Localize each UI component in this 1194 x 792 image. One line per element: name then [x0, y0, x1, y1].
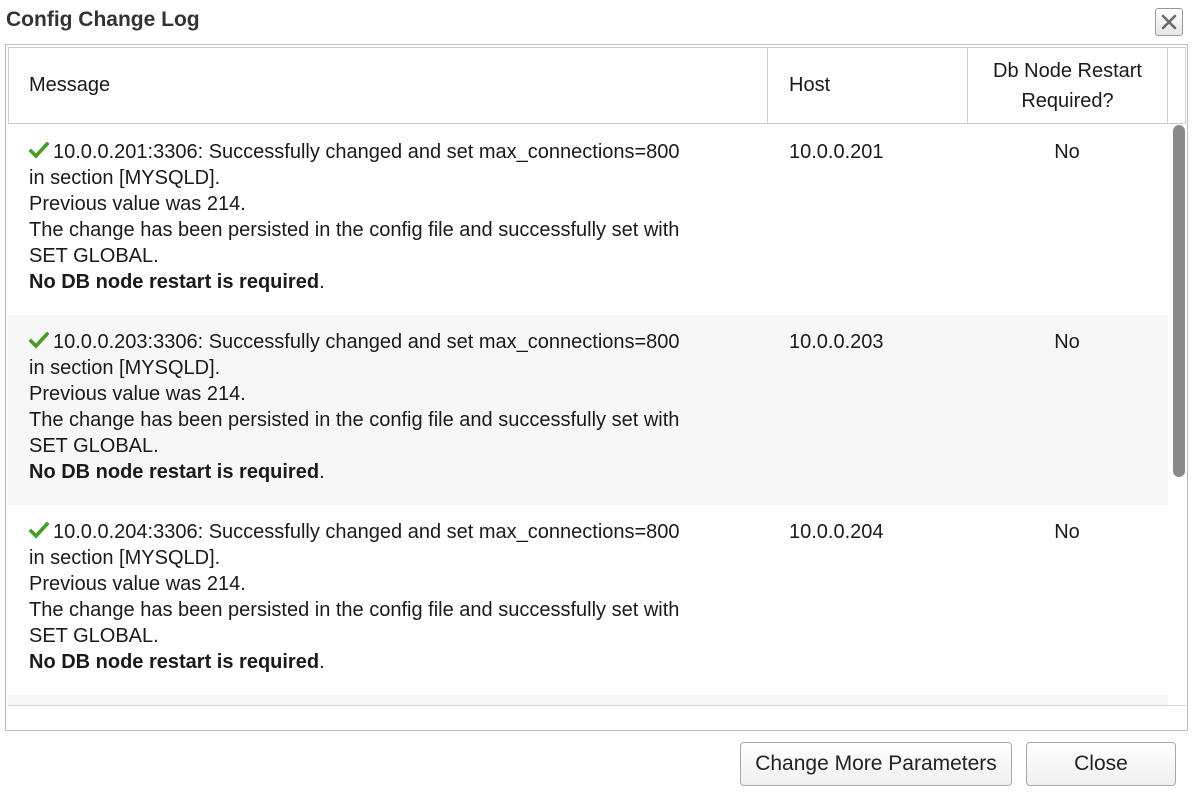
restart-note: No DB node restart is required: [29, 461, 320, 483]
message-line: The change has been persisted in the con…: [29, 219, 680, 241]
close-icon: [1161, 14, 1177, 30]
message-line: The change has been persisted in the con…: [29, 599, 680, 621]
close-button[interactable]: Close: [1026, 742, 1176, 786]
column-header-restart-line1: Db Node Restart: [993, 59, 1142, 82]
message-line: 10.0.0.201:3306: Successfully changed an…: [53, 141, 680, 163]
message-cell: 10.0.0.204:3306: Successfully changed an…: [28, 519, 759, 675]
restart-required-cell: No: [1054, 141, 1080, 163]
restart-note-tail: .: [319, 651, 325, 673]
message-line: in section [MYSQLD].: [29, 167, 221, 189]
column-header-restart-required[interactable]: Db Node Restart Required?: [968, 48, 1168, 123]
message-line: The change has been persisted in the con…: [29, 409, 680, 431]
message-line: SET GLOBAL.: [29, 625, 159, 647]
restart-note-tail: .: [319, 271, 325, 293]
column-header-host[interactable]: Host: [768, 48, 968, 123]
message-line: Previous value was 214.: [29, 383, 246, 405]
grid-body: 10.0.0.201:3306: Successfully changed an…: [8, 125, 1168, 705]
checkmark-icon: [28, 139, 53, 165]
grid-header: Message Host Db Node Restart Required?: [8, 47, 1186, 124]
table-row[interactable]: 10.0.0.201:3306: Successfully changed an…: [8, 125, 1168, 315]
message-line: Previous value was 214.: [29, 573, 246, 595]
close-dialog-button[interactable]: [1155, 8, 1183, 36]
restart-note: No DB node restart is required: [29, 651, 320, 673]
table-row[interactable]: [8, 695, 1168, 705]
checkmark-icon: [28, 329, 53, 355]
host-cell: 10.0.0.204: [789, 521, 884, 543]
table-row[interactable]: 10.0.0.203:3306: Successfully changed an…: [8, 315, 1168, 505]
grid-footer-divider: [8, 705, 1186, 706]
restart-required-cell: No: [1054, 331, 1080, 353]
column-header-message[interactable]: Message: [9, 48, 768, 123]
host-cell: 10.0.0.203: [789, 331, 884, 353]
restart-note-tail: .: [319, 461, 325, 483]
host-cell: 10.0.0.201: [789, 141, 884, 163]
change-log-grid: Message Host Db Node Restart Required? 1…: [5, 44, 1188, 731]
message-line: 10.0.0.203:3306: Successfully changed an…: [53, 331, 680, 353]
message-line: SET GLOBAL.: [29, 435, 159, 457]
column-header-restart-line2: Required?: [1021, 89, 1114, 112]
message-line: 10.0.0.204:3306: Successfully changed an…: [53, 521, 680, 543]
message-line: in section [MYSQLD].: [29, 357, 221, 379]
message-line: Previous value was 214.: [29, 193, 246, 215]
scrollbar-thumb[interactable]: [1173, 125, 1185, 477]
table-row[interactable]: 10.0.0.204:3306: Successfully changed an…: [8, 505, 1168, 695]
message-cell: 10.0.0.203:3306: Successfully changed an…: [28, 329, 759, 485]
checkmark-icon: [28, 519, 53, 545]
message-line: in section [MYSQLD].: [29, 547, 221, 569]
vertical-scrollbar[interactable]: [1172, 125, 1186, 477]
message-cell: 10.0.0.201:3306: Successfully changed an…: [28, 139, 759, 295]
change-more-parameters-button[interactable]: Change More Parameters: [740, 742, 1012, 786]
dialog-title: Config Change Log: [6, 8, 200, 31]
restart-required-cell: No: [1054, 521, 1080, 543]
message-line: SET GLOBAL.: [29, 245, 159, 267]
restart-note: No DB node restart is required: [29, 271, 320, 293]
